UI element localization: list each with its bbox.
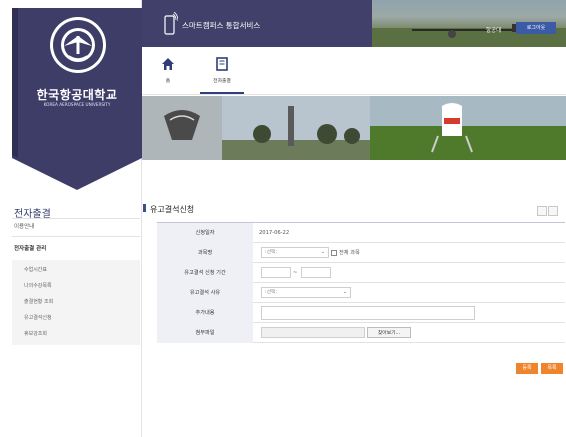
- form-row-period: 유고결석 신청 기간 ~: [157, 263, 565, 283]
- sidebar-item-attendance-status[interactable]: 출결현황 조회: [24, 298, 53, 305]
- reason-select-value: :선택:: [265, 290, 278, 295]
- all-subjects-checkbox[interactable]: [331, 250, 337, 256]
- sidebar-divider: [12, 218, 140, 219]
- attachment-label: 첨부파일: [157, 323, 253, 343]
- home-icon: [162, 58, 174, 70]
- user-name: 항공대: [486, 28, 502, 34]
- nav-attendance[interactable]: 전자출결: [200, 57, 244, 94]
- header: 스마트캠퍼스 통합서비스 항공대 로그아웃: [142, 0, 566, 47]
- chevron-down-icon: ⌄: [320, 249, 325, 255]
- main-nav: 홈 전자출결: [142, 47, 566, 95]
- subject-select-value: :선택:: [265, 250, 278, 255]
- university-name-english: KOREA AEROSPACE UNIVERSITY: [43, 102, 111, 107]
- browse-button[interactable]: 찾아보기...: [367, 327, 411, 338]
- campus-photo-strip: [142, 96, 566, 160]
- sidebar-submenu: 수업시간표 나의수강목록 출결현황 조회 유고결석신청 휴보강조회: [12, 260, 140, 345]
- nav-attendance-label: 전자출결: [213, 79, 231, 84]
- university-banner: 한국항공대학교 KOREA AEROSPACE UNIVERSITY: [12, 8, 142, 190]
- all-subjects-label: 전체 과목: [339, 250, 360, 256]
- list-view-icon[interactable]: [537, 206, 547, 216]
- attachment-path-input[interactable]: [261, 327, 365, 338]
- register-button[interactable]: 등록: [516, 363, 538, 374]
- logout-button[interactable]: 로그아웃: [516, 22, 556, 34]
- form-row-attachment: 첨부파일 찾아보기...: [157, 323, 565, 343]
- sidebar-item-manage[interactable]: 전자출결 관리: [14, 244, 46, 252]
- service-title: 스마트캠퍼스 통합서비스: [182, 21, 261, 30]
- sidebar-item-guide[interactable]: 이용안내: [14, 222, 34, 230]
- title-marker: [143, 204, 146, 212]
- form-row-detail: 추가내용: [157, 303, 565, 323]
- absence-request-form: 신청일자 2017-06-22 과목명 :선택: ⌄ 전체 과목 유고결석 신청…: [157, 222, 565, 345]
- form-row-date: 신청일자 2017-06-22: [157, 223, 565, 243]
- sidebar-item-makeup-class[interactable]: 휴보강조회: [24, 330, 47, 337]
- subject-label: 과목명: [157, 243, 253, 263]
- subject-select[interactable]: :선택: ⌄: [261, 247, 329, 258]
- chevron-down-icon: ⌄: [342, 289, 347, 295]
- nav-home[interactable]: 홈: [152, 57, 184, 84]
- detail-label: 추가내용: [157, 303, 253, 323]
- period-separator: ~: [293, 270, 298, 276]
- sidebar-item-absence-request[interactable]: 유고결석신청: [24, 314, 52, 321]
- notebook-icon: [216, 57, 228, 71]
- form-row-subject: 과목명 :선택: ⌄ 전체 과목: [157, 243, 565, 263]
- sidebar-divider: [12, 236, 140, 237]
- university-name: 한국항공대학교: [36, 88, 118, 102]
- apply-date-value: 2017-06-22: [259, 230, 290, 236]
- grid-view-icon[interactable]: [548, 206, 558, 216]
- university-emblem-icon[interactable]: [49, 16, 107, 74]
- sidebar: 한국항공대학교 KOREA AEROSPACE UNIVERSITY 전자출결 …: [0, 0, 142, 437]
- smartphone-icon: [164, 12, 178, 35]
- list-button[interactable]: 목록: [541, 363, 563, 374]
- view-toggle: [536, 206, 558, 218]
- sidebar-item-timetable[interactable]: 수업시간표: [24, 266, 47, 273]
- page-title: 유고결석신청: [150, 205, 195, 214]
- period-start-input[interactable]: [261, 267, 291, 278]
- header-background: 스마트캠퍼스 통합서비스: [142, 0, 372, 47]
- sidebar-item-my-courses[interactable]: 나의수강목록: [24, 282, 52, 289]
- period-label: 유고결석 신청 기간: [157, 263, 253, 283]
- period-end-input[interactable]: [301, 267, 331, 278]
- detail-input[interactable]: [261, 306, 475, 320]
- reason-select[interactable]: :선택: ⌄: [261, 287, 351, 298]
- reason-label: 유고결석 사유: [157, 283, 253, 303]
- apply-date-label: 신청일자: [157, 223, 253, 243]
- form-row-reason: 유고결석 사유 :선택: ⌄: [157, 283, 565, 303]
- nav-active-indicator: [200, 92, 244, 94]
- nav-home-label: 홈: [165, 79, 171, 84]
